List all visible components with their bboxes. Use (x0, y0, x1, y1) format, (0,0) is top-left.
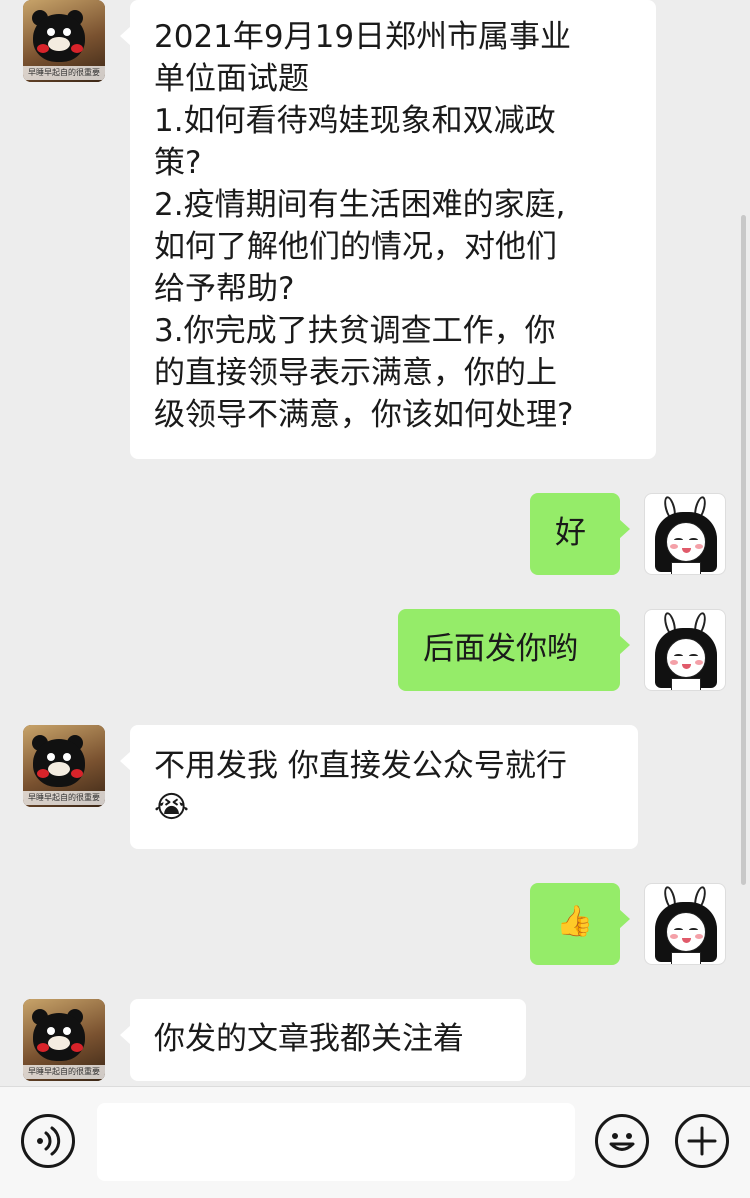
bear-eye-right (63, 28, 71, 36)
bear-eye-right (63, 1027, 71, 1035)
avatar-caption: 早睡早起自的很重要 (23, 791, 105, 805)
thumbs-up-emoji: 👍 (556, 904, 594, 939)
bear-eye-left (47, 28, 55, 36)
incoming-message-bubble[interactable]: 不用发我 你直接发公众号就行 😭 (120, 725, 638, 849)
message-line: 的直接领导表示满意，你的上 (154, 355, 557, 391)
voice-icon (37, 1126, 61, 1156)
bear-cheek-right (71, 1043, 83, 1052)
girl-body (671, 562, 701, 574)
plus-icon (687, 1126, 717, 1156)
girl-face (666, 522, 706, 562)
girl-eye-left (674, 654, 683, 658)
girl-blush-right (695, 934, 703, 939)
message-line: 你发的文章我都关注着 (154, 1021, 464, 1057)
contact-avatar[interactable]: 早睡早起自的很重要 (23, 0, 105, 82)
my-avatar[interactable] (644, 883, 726, 965)
input-bar (0, 1086, 750, 1198)
bear-cheek-left (37, 44, 49, 53)
bear-muzzle (48, 37, 70, 51)
more-button[interactable] (675, 1114, 729, 1168)
bear-cheek-right (71, 769, 83, 778)
outgoing-message-bubble[interactable]: 好 (530, 493, 630, 575)
crying-laughing-emoji: 😭 (154, 790, 190, 825)
message-line: 1.如何看待鸡娃现象和双减政 (154, 103, 556, 139)
chat-area[interactable]: 早睡早起自的很重要 2021年9月19日郑州市属事业 单位面试题 1.如何看待鸡… (0, 0, 750, 1086)
message-line: 2.疫情期间有生活困难的家庭, (154, 187, 566, 223)
girl-eye-right (689, 654, 698, 658)
girl-face (666, 638, 706, 678)
message-line: 2021年9月19日郑州市属事业 (154, 19, 572, 55)
my-avatar[interactable] (644, 609, 726, 691)
emoji-button[interactable] (595, 1114, 649, 1168)
voice-button[interactable] (21, 1114, 75, 1168)
incoming-message-bubble[interactable]: 你发的文章我都关注着 (120, 999, 526, 1081)
bear-muzzle (48, 1036, 70, 1050)
girl-face (666, 912, 706, 952)
girl-body (671, 952, 701, 964)
emoji-icon (609, 1133, 635, 1151)
girl-blush-left (670, 544, 678, 549)
girl-blush-right (695, 544, 703, 549)
bear-eye-left (47, 1027, 55, 1035)
message-line: 后面发你哟 (423, 631, 578, 667)
bear-cheek-left (37, 1043, 49, 1052)
message-input[interactable] (97, 1103, 575, 1181)
my-avatar[interactable] (644, 493, 726, 575)
girl-body (671, 678, 701, 690)
outgoing-message-bubble[interactable]: 👍 (530, 883, 630, 965)
message-line: 好 (555, 515, 586, 551)
message-line: 3.你完成了扶贫调查工作，你 (154, 313, 556, 349)
incoming-message-bubble[interactable]: 2021年9月19日郑州市属事业 单位面试题 1.如何看待鸡娃现象和双减政 策?… (120, 0, 656, 459)
girl-blush-left (670, 660, 678, 665)
avatar-caption: 早睡早起自的很重要 (23, 66, 105, 80)
avatar-caption: 早睡早起自的很重要 (23, 1065, 105, 1079)
contact-avatar[interactable]: 早睡早起自的很重要 (23, 725, 105, 807)
message-line: 不用发我 你直接发公众号就行 (154, 748, 567, 784)
bear-cheek-right (71, 44, 83, 53)
bear-eye-right (63, 753, 71, 761)
contact-avatar[interactable]: 早睡早起自的很重要 (23, 999, 105, 1081)
message-line: 如何了解他们的情况，对他们 (154, 229, 557, 265)
chat-scrollbar[interactable] (741, 215, 746, 885)
message-line: 单位面试题 (154, 61, 309, 97)
bear-cheek-left (37, 769, 49, 778)
girl-blush-right (695, 660, 703, 665)
girl-eye-left (674, 928, 683, 932)
girl-eye-right (689, 538, 698, 542)
message-line: 策? (154, 145, 202, 181)
girl-blush-left (670, 934, 678, 939)
bear-muzzle (48, 762, 70, 776)
bear-eye-left (47, 753, 55, 761)
message-line: 给予帮助? (154, 271, 295, 307)
girl-eye-right (689, 928, 698, 932)
outgoing-message-bubble[interactable]: 后面发你哟 (398, 609, 630, 691)
message-line: 级领导不满意，你该如何处理? (154, 397, 574, 433)
girl-eye-left (674, 538, 683, 542)
